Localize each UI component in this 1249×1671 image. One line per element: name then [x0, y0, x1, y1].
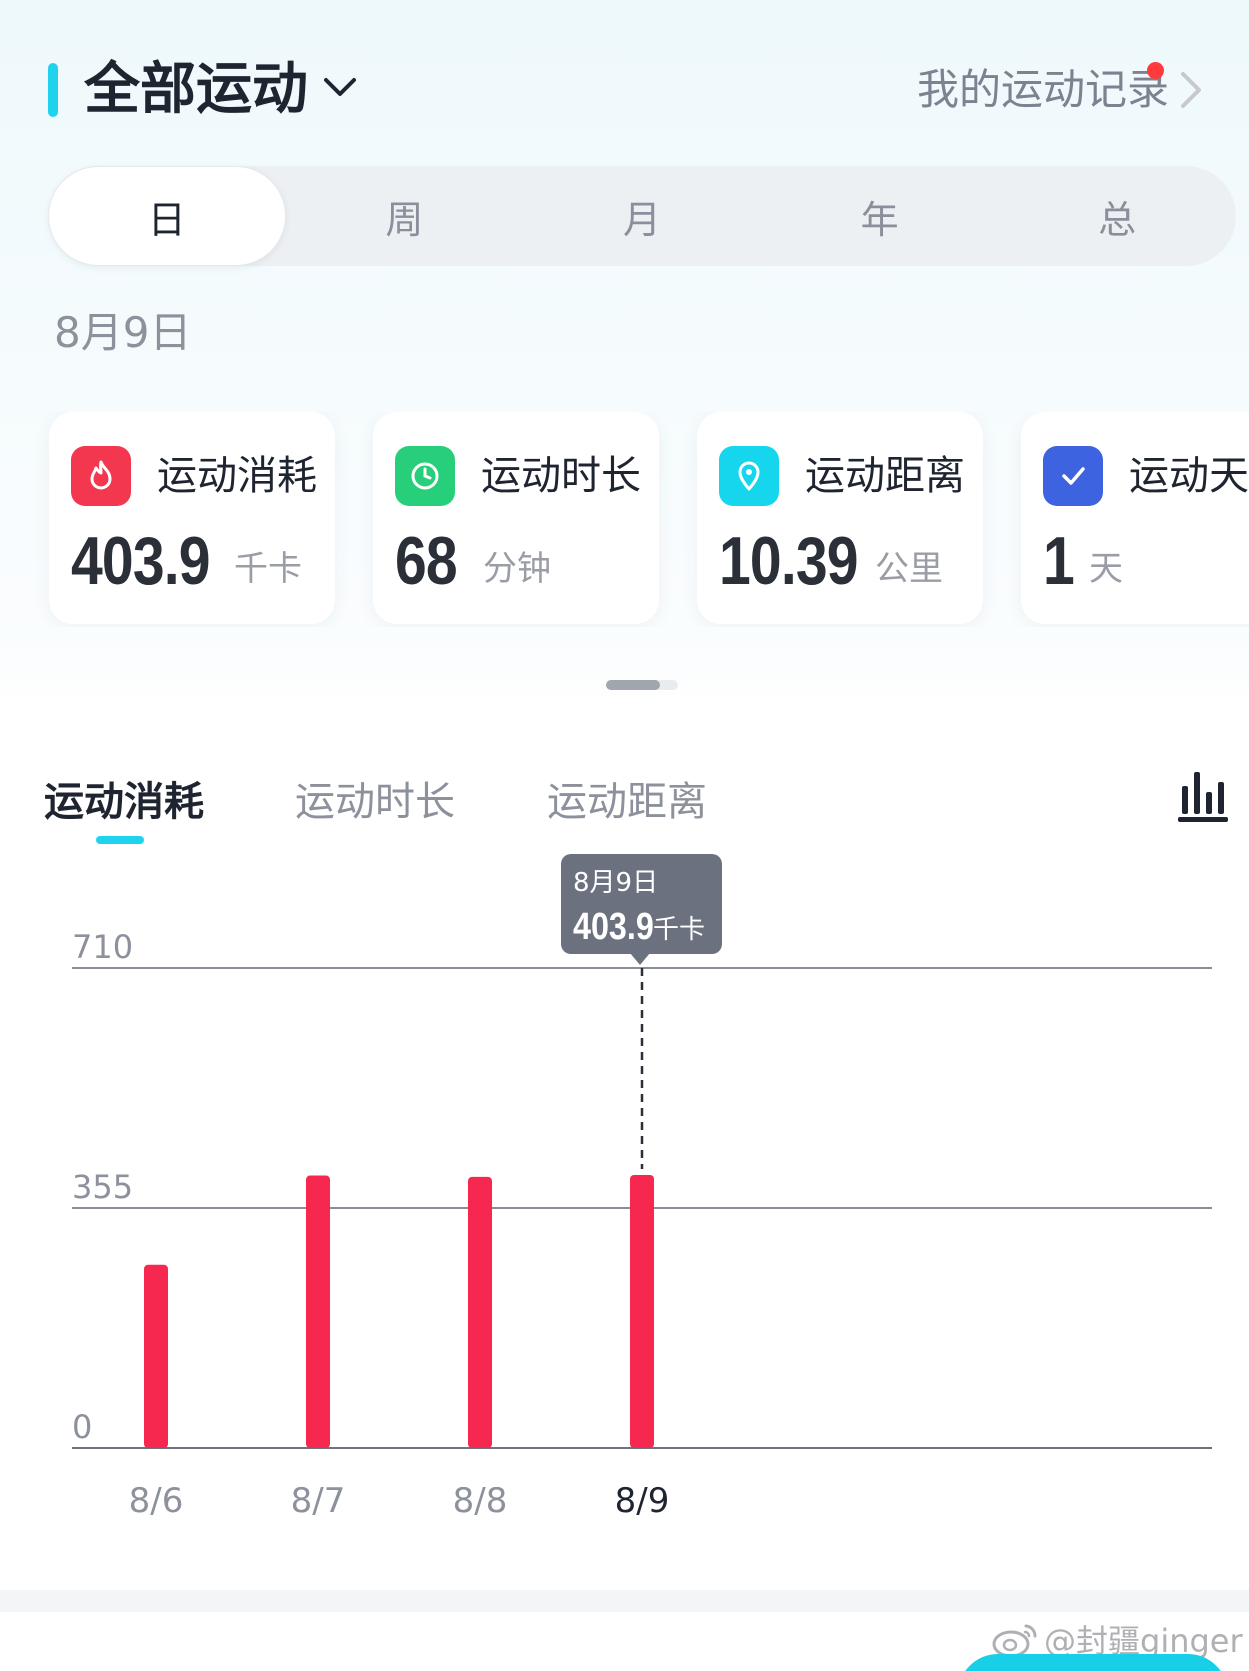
- x-tick-label: 8/7: [291, 1481, 346, 1521]
- stat-unit: 分钟: [483, 549, 551, 589]
- notification-dot: [1147, 62, 1164, 79]
- tab-total[interactable]: 总: [998, 166, 1236, 266]
- stat-label: 运动时长: [481, 453, 641, 499]
- cards-pager: [606, 680, 678, 690]
- calories-bar-chart[interactable]: 0 355 710 8/6 8/7 8/8 8/9 8月9日 403.9 千卡: [0, 840, 1249, 1530]
- date-label: 8月9日: [54, 308, 192, 357]
- bar-chart-icon[interactable]: [1174, 768, 1230, 824]
- chart-bar: [144, 1264, 168, 1448]
- metric-tab-distance[interactable]: 运动距离: [547, 770, 707, 834]
- location-pin-icon: [719, 446, 779, 506]
- metric-tab-duration[interactable]: 运动时长: [295, 770, 455, 834]
- stat-unit: 千卡: [234, 549, 302, 589]
- y-tick-label: 710: [72, 928, 133, 966]
- stat-label: 运动距离: [805, 453, 965, 499]
- stat-unit: 公里: [875, 549, 943, 589]
- flame-icon: [71, 446, 131, 506]
- sport-type-title[interactable]: 全部运动: [84, 52, 308, 128]
- metric-tabs: 运动消耗 运动时长 运动距离: [0, 770, 1249, 850]
- chevron-right-icon: [1181, 72, 1201, 108]
- y-tick-label: 355: [72, 1168, 133, 1206]
- stat-card-distance[interactable]: 运动距离 10.39 公里: [697, 412, 983, 624]
- clock-icon: [395, 446, 455, 506]
- stat-value: 403.9: [71, 523, 211, 599]
- chart-tooltip: 8月9日 403.9 千卡: [561, 854, 722, 954]
- tooltip-pointer: [630, 953, 650, 965]
- tab-week[interactable]: 周: [286, 166, 524, 266]
- tab-month[interactable]: 月: [523, 166, 761, 266]
- metric-tab-calories[interactable]: 运动消耗: [44, 770, 204, 834]
- checkmark-icon: [1043, 446, 1103, 506]
- x-tick-label: 8/9: [615, 1481, 670, 1521]
- tooltip-value: 403.9: [573, 906, 654, 948]
- my-records-link[interactable]: 我的运动记录: [917, 62, 1209, 118]
- chart-bar: [468, 1176, 492, 1448]
- stat-value: 68: [395, 523, 458, 599]
- period-tabs: 日 周 月 年 总: [48, 166, 1236, 266]
- start-workout-button[interactable]: [958, 1654, 1228, 1671]
- stat-unit: 天: [1089, 549, 1123, 589]
- y-tick-label: 0: [72, 1408, 92, 1446]
- pager-thumb: [606, 680, 660, 690]
- stat-card-calories[interactable]: 运动消耗 403.9 千卡: [49, 412, 335, 624]
- section-divider: [0, 1590, 1249, 1612]
- stat-value: 1: [1043, 523, 1075, 599]
- my-records-label: 我的运动记录: [916, 65, 1169, 114]
- chart-bar: [630, 1174, 654, 1448]
- tooltip-unit: 千卡: [653, 915, 706, 945]
- chart-bar: [306, 1175, 330, 1448]
- stat-label: 运动天数: [1129, 453, 1249, 499]
- x-tick-label: 8/6: [129, 1481, 184, 1521]
- header: 全部运动 我的运动记录: [0, 0, 1249, 170]
- stat-cards[interactable]: 运动消耗 403.9 千卡 运动时长 68 分钟 运动距离 10.39 公里 运…: [0, 412, 1249, 627]
- chevron-down-icon[interactable]: [320, 70, 360, 106]
- tooltip-date: 8月9日: [573, 868, 659, 898]
- tab-day[interactable]: 日: [48, 166, 286, 266]
- stat-card-duration[interactable]: 运动时长 68 分钟: [373, 412, 659, 624]
- stat-card-days[interactable]: 运动天数 1 天: [1021, 412, 1249, 624]
- tab-year[interactable]: 年: [761, 166, 999, 266]
- stat-value: 10.39: [719, 523, 859, 599]
- app-screen: 全部运动 我的运动记录 日 周 月 年 总 8月9日 运动消耗 403.9 千卡…: [0, 0, 1249, 1671]
- x-tick-label: 8/8: [453, 1481, 508, 1521]
- stat-label: 运动消耗: [157, 453, 317, 499]
- title-accent-bar: [48, 63, 58, 117]
